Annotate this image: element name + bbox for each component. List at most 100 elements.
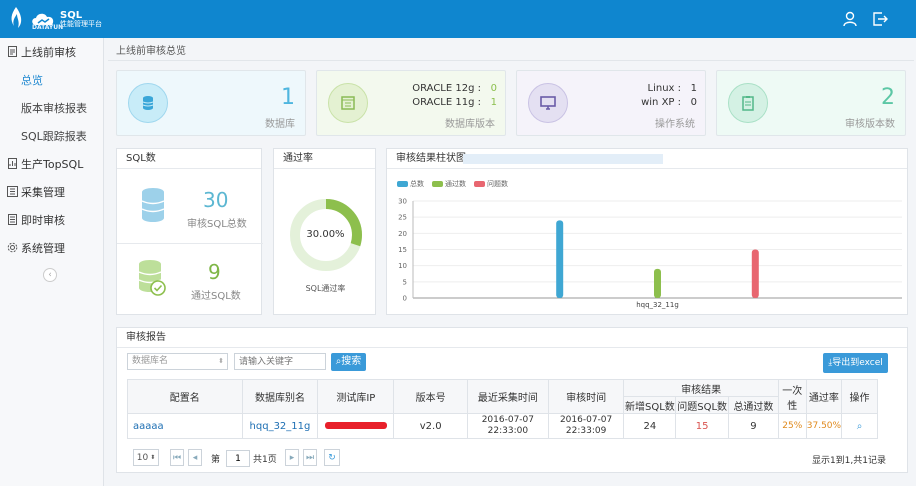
bar-pass[interactable] [654, 268, 661, 298]
header-problem-sql: 问题SQL数 [675, 396, 730, 414]
page-suffix: 共1页 [253, 455, 277, 465]
page-size-select[interactable]: 10 ⬍ [133, 449, 159, 466]
flame-logo-icon [11, 7, 22, 28]
os-label: 操作系统 [655, 119, 695, 130]
row-problem-sql: 15 [675, 413, 730, 439]
sidebar-item-label: 系统管理 [21, 242, 65, 255]
calendar-icon [341, 96, 355, 110]
export-button-label: 导出到excel [832, 358, 883, 368]
bar-problem[interactable] [751, 249, 759, 299]
y-tick-label: 0 [403, 295, 407, 303]
total-sql-count: 30 [203, 188, 229, 212]
header-audit-result: 审核结果 [623, 379, 779, 397]
chevron-left-icon[interactable]: ‹ [43, 268, 57, 282]
bar-total[interactable] [556, 220, 564, 298]
version-value: 0 [490, 83, 497, 94]
database-icon [142, 96, 154, 110]
collect-icon [7, 186, 18, 197]
chart-legend: 总数 通过数 问题数 [397, 179, 512, 189]
sidebar-item-version-report[interactable]: 版本审核报表 [0, 94, 103, 122]
export-excel-button[interactable]: ⤓导出到excel [823, 353, 888, 373]
refresh-button[interactable]: ↻ [324, 449, 340, 466]
sidebar-item-label: SQL跟踪报表 [21, 130, 87, 143]
database-count: 1 [281, 85, 295, 110]
card-db-version: ORACLE 12g : 0 ORACLE 11g : 1 数据库版本 [316, 70, 506, 136]
card-icon-circle [728, 83, 768, 123]
pass-sql-label: 通过SQL数 [191, 291, 241, 302]
y-tick-label: 10 [398, 262, 407, 270]
legend-label: 通过数 [445, 180, 466, 188]
breadcrumb: 上线前审核总览 [116, 46, 186, 57]
card-icon-circle [328, 83, 368, 123]
header-alias: 数据库别名 [241, 379, 319, 414]
audit-chart-panel: 审核结果柱状图 总数 通过数 问题数 0 5 10 15 20 25 30 hqq_32_11g [386, 148, 908, 315]
legend-item[interactable]: 通过数 [432, 179, 466, 189]
db-version-label: 数据库版本 [445, 119, 495, 130]
panel-title: 审核报告 [117, 328, 907, 348]
clipboard-icon [742, 96, 754, 111]
row-alias-link[interactable]: hqq_32_11g [241, 413, 319, 439]
app-logo: DATAYUN SQL 性能管理平台 [8, 6, 102, 32]
legend-item[interactable]: 问题数 [474, 179, 508, 189]
next-page-icon: ▸ [289, 452, 295, 463]
x-tick-label: hqq_32_11g [636, 301, 679, 309]
sidebar-item-label: 总览 [21, 74, 43, 87]
chart-select-bar[interactable] [463, 154, 663, 164]
logout-icon[interactable] [872, 11, 888, 27]
top-bar: DATAYUN SQL 性能管理平台 [0, 0, 916, 38]
sql-count-panel: SQL数 30 审核SQL总数 9 通过SQL数 [116, 148, 263, 315]
os-name: Linux : [647, 83, 682, 94]
db-name-select-label: 数据库名 [132, 356, 169, 366]
sidebar-item-sql-tracking[interactable]: SQL跟踪报表 [0, 122, 103, 150]
user-icon[interactable] [842, 11, 858, 27]
pass-rate-panel: 通过率 30.00% SQL通过率 [273, 148, 376, 315]
row-config-link[interactable]: aaaaa [127, 413, 243, 439]
page-number-input[interactable] [226, 450, 250, 467]
last-page-icon: ⏭ [305, 452, 315, 463]
header-config: 配置名 [127, 379, 243, 414]
first-page-button[interactable]: ⏮ [170, 449, 184, 466]
magnifier-icon[interactable]: ⌕ [857, 421, 863, 432]
list-icon [8, 214, 17, 225]
row-pass-rate: 37.50% [805, 413, 843, 439]
sidebar-item-top-sql[interactable]: 生产TopSQL [0, 150, 103, 178]
keyword-input[interactable] [234, 353, 326, 370]
sidebar-item-prerelease-audit[interactable]: 上线前审核 [0, 38, 103, 66]
search-button[interactable]: ⌕搜索 [331, 353, 366, 371]
legend-label: 问题数 [487, 180, 508, 188]
next-page-button[interactable]: ▸ [285, 449, 299, 466]
table-row: aaaaa hqq_32_11g v2.0 2016-07-07 22:33:00… [127, 413, 878, 439]
sidebar-item-instant-audit[interactable]: 即时审核 [0, 206, 103, 234]
y-tick-label: 5 [403, 278, 407, 286]
sidebar-item-system[interactable]: 系统管理 [0, 234, 103, 262]
sidebar-item-collection[interactable]: 采集管理 [0, 178, 103, 206]
first-page-icon: ⏮ [172, 452, 182, 463]
audit-version-label: 审核版本数 [845, 119, 895, 130]
card-icon-circle [128, 83, 168, 123]
prev-page-icon: ◂ [192, 452, 198, 463]
os-name: win XP : [641, 97, 681, 108]
bar-chart: 0 5 10 15 20 25 30 hqq_32_11g [398, 198, 902, 309]
monitor-icon [540, 96, 556, 110]
sidebar-item-overview[interactable]: 总览 [0, 66, 103, 94]
header-total-pass: 总通过数 [728, 396, 779, 414]
search-button-label: 搜索 [341, 356, 362, 367]
audit-version-count: 2 [881, 85, 895, 110]
sidebar-item-label: 版本审核报表 [21, 102, 87, 115]
header-first-pass: 一次性 [777, 379, 807, 414]
card-icon-circle [528, 83, 568, 123]
os-row: Linux : 1 [648, 83, 698, 94]
chevron-down-icon: ⬍ [150, 454, 156, 461]
card-os: Linux : 1 win XP : 0 操作系统 [516, 70, 706, 136]
header-audit-time: 审核时间 [547, 379, 625, 414]
legend-item[interactable]: 总数 [397, 179, 424, 189]
app-title: SQL [60, 9, 83, 21]
last-page-button[interactable]: ⏭ [303, 449, 317, 466]
db-name-select[interactable]: 数据库名 ⬍ [127, 353, 228, 370]
header-version: 版本号 [393, 379, 468, 414]
prev-page-button[interactable]: ◂ [188, 449, 202, 466]
pass-sql-count: 9 [208, 260, 221, 284]
page-size-value: 10 [136, 452, 149, 463]
card-database: 1 数据库 [116, 70, 306, 136]
report-table: 配置名 数据库别名 测试库IP 版本号 最近采集时间 审核时间 审核结果 一次性… [127, 379, 878, 439]
